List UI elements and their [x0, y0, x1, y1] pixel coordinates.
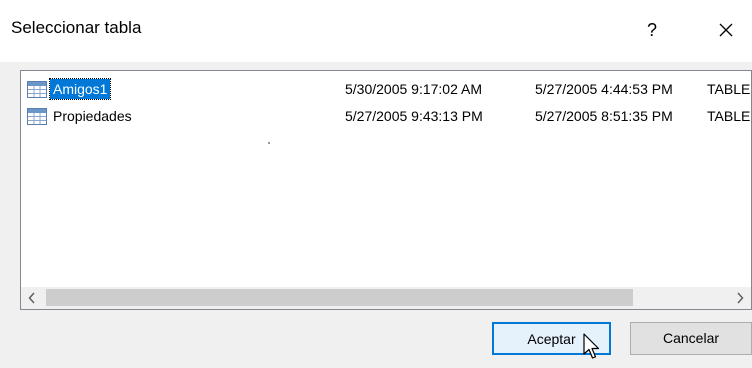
created-date: 5/27/2005 4:44:53 PM	[535, 81, 673, 97]
name-cell: Amigos1	[27, 78, 112, 100]
table-row[interactable]: Amigos1 5/30/2005 9:17:02 AM 5/27/2005 4…	[21, 78, 751, 100]
scrollbar-thumb[interactable]	[46, 289, 633, 306]
chevron-left-icon	[28, 292, 35, 304]
table-row[interactable]: Propiedades 5/27/2005 9:43:13 PM 5/27/20…	[21, 105, 751, 127]
table-list[interactable]: Amigos1 5/30/2005 9:17:02 AM 5/27/2005 4…	[20, 70, 752, 310]
help-button[interactable]: ?	[632, 10, 672, 50]
table-icon	[27, 107, 47, 125]
horizontal-scrollbar[interactable]	[21, 287, 751, 309]
title-bar: Seleccionar tabla ?	[0, 0, 752, 62]
modified-date: 5/27/2005 9:43:13 PM	[345, 108, 483, 124]
created-date: 5/27/2005 8:51:35 PM	[535, 108, 673, 124]
column-marker	[268, 142, 270, 144]
scroll-left-button[interactable]	[21, 287, 43, 309]
table-type: TABLE	[707, 108, 751, 124]
name-cell: Propiedades	[27, 105, 135, 127]
scroll-right-button[interactable]	[729, 287, 751, 309]
cancel-button[interactable]: Cancelar	[630, 322, 752, 355]
close-button[interactable]	[706, 10, 746, 50]
table-name: Propiedades	[53, 108, 132, 124]
close-icon	[719, 23, 733, 37]
table-type: TABLE	[707, 81, 751, 97]
mouse-pointer-icon	[583, 333, 600, 359]
modified-date: 5/30/2005 9:17:02 AM	[345, 81, 482, 97]
table-name: Amigos1	[48, 78, 112, 100]
dialog-title: Seleccionar tabla	[11, 18, 142, 37]
chevron-right-icon	[737, 292, 744, 304]
table-icon	[27, 80, 47, 98]
